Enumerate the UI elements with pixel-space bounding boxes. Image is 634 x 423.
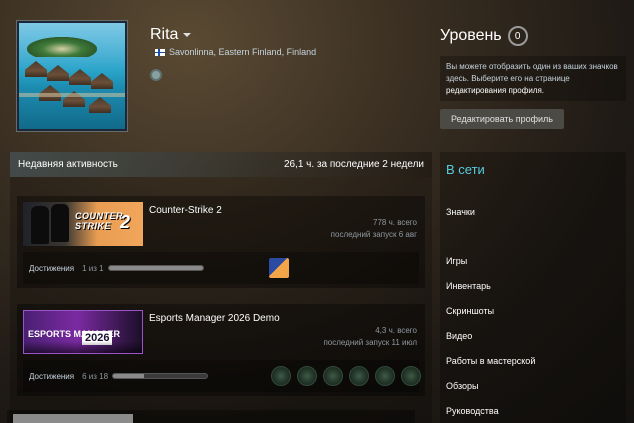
level-badge: 0 xyxy=(507,26,528,46)
edit-profile-button[interactable]: Редактировать профиль xyxy=(440,109,564,129)
avatar-pier xyxy=(19,93,125,97)
progress-fill xyxy=(113,374,145,378)
level-header: Уровень 0 xyxy=(440,26,528,46)
achievements-row[interactable]: Достижения 1 из 1 xyxy=(23,252,419,284)
badge-hint: Вы можете отобразить один из ваших значк… xyxy=(440,56,626,101)
persona-name-menu[interactable]: Rita xyxy=(150,26,192,44)
game-stats: 4,3 ч. всего последний запуск 11 июл xyxy=(323,325,417,349)
game-header: COUNTER STRIKE 2 Counter-Strike 2 778 ч.… xyxy=(17,196,425,250)
sidebar-link-reviews[interactable]: Обзоры xyxy=(446,381,478,391)
achievements-row[interactable]: Достижения 6 из 18 xyxy=(23,360,421,392)
avatar[interactable] xyxy=(19,23,125,129)
location: Savonlinna, Eastern Finland, Finland xyxy=(155,47,316,57)
finland-flag-icon xyxy=(155,48,165,56)
game-card-esports-manager: ESPORTS MANAGER 2026 Esports Manager 202… xyxy=(17,304,425,396)
game-capsule-partial[interactable] xyxy=(13,414,133,423)
game-hours: 4,3 ч. всего xyxy=(375,326,417,335)
achievement-icons xyxy=(269,258,289,278)
achievements-progress xyxy=(112,373,209,379)
profile-page: Rita Savonlinna, Eastern Finland, Finlan… xyxy=(0,0,634,423)
achievement-icon[interactable] xyxy=(375,366,395,386)
sidebar-link-games[interactable]: Игры xyxy=(446,256,467,266)
avatar-hut xyxy=(91,73,113,89)
achievement-icon[interactable] xyxy=(271,366,291,386)
game-hours: 778 ч. всего xyxy=(373,218,417,227)
persona-name: Rita xyxy=(150,26,179,43)
level-label: Уровень xyxy=(440,27,502,44)
activity-header: Недавняя активность 26,1 ч. за последние… xyxy=(10,152,432,177)
achievements-label: Достижения xyxy=(29,263,75,273)
capsule-logo: COUNTER STRIKE xyxy=(75,211,123,231)
game-capsule-esports-manager[interactable]: ESPORTS MANAGER 2026 xyxy=(23,310,143,354)
steam-globe-icon[interactable] xyxy=(150,69,162,81)
sidebar-link-workshop[interactable]: Работы в мастерской xyxy=(446,356,535,366)
game-name[interactable]: Counter-Strike 2 xyxy=(149,205,222,216)
badge-hint-text: Вы можете отобразить один из ваших значк… xyxy=(446,62,618,83)
avatar-hut xyxy=(89,97,111,113)
game-header: ESPORTS MANAGER 2026 Esports Manager 202… xyxy=(17,304,425,358)
capsule-number: 2 xyxy=(120,212,131,232)
recent-activity: Недавняя активность 26,1 ч. за последние… xyxy=(10,152,432,423)
activity-title[interactable]: Недавняя активность xyxy=(18,159,118,170)
game-card-cs2: COUNTER STRIKE 2 Counter-Strike 2 778 ч.… xyxy=(17,196,425,288)
game-last-played: последний запуск 6 авг xyxy=(330,230,417,239)
achievements-count: 1 из 1 xyxy=(82,263,104,273)
game-last-played: последний запуск 11 июл xyxy=(323,338,417,347)
game-capsule-cs2[interactable]: COUNTER STRIKE 2 xyxy=(23,202,143,246)
profile-sidebar: В сети Значки Игры Инвентарь Скриншоты В… xyxy=(440,152,626,423)
sidebar-link-inventory[interactable]: Инвентарь xyxy=(446,281,491,291)
avatar-frame[interactable] xyxy=(16,20,128,132)
game-card-partial xyxy=(7,410,415,423)
online-status-title: В сети xyxy=(446,162,485,177)
sidebar-link-guides[interactable]: Руководства xyxy=(446,406,499,416)
game-stats: 778 ч. всего последний запуск 6 авг xyxy=(331,217,417,241)
location-text: Savonlinna, Eastern Finland, Finland xyxy=(169,47,317,57)
achievement-icon[interactable] xyxy=(323,366,343,386)
capsule-crowd xyxy=(24,341,142,353)
achievements-progress xyxy=(107,265,204,271)
edit-profile-link[interactable]: редактирования профиля. xyxy=(446,86,544,95)
soldier-figure xyxy=(31,206,49,244)
achievement-icons xyxy=(271,366,421,386)
progress-fill xyxy=(108,266,203,270)
achievement-icon[interactable] xyxy=(297,366,317,386)
avatar-hut xyxy=(47,65,69,81)
achievements-label: Достижения xyxy=(29,371,75,381)
activity-hours-summary: 26,1 ч. за последние 2 недели xyxy=(283,159,424,170)
avatar-island xyxy=(27,37,97,57)
game-name[interactable]: Esports Manager 2026 Demo xyxy=(149,313,280,324)
achievement-icon[interactable] xyxy=(401,366,421,386)
sidebar-link-badges[interactable]: Значки xyxy=(446,207,475,217)
achievement-icon[interactable] xyxy=(349,366,369,386)
achievements-count: 6 из 18 xyxy=(82,371,109,381)
sidebar-link-videos[interactable]: Видео xyxy=(446,331,472,341)
achievement-icon[interactable] xyxy=(269,258,289,278)
sidebar-link-screenshots[interactable]: Скриншоты xyxy=(446,306,494,316)
caret-down-icon xyxy=(183,32,192,37)
avatar-hut xyxy=(25,61,47,77)
avatar-hut xyxy=(69,69,91,85)
soldier-figure xyxy=(51,204,69,242)
